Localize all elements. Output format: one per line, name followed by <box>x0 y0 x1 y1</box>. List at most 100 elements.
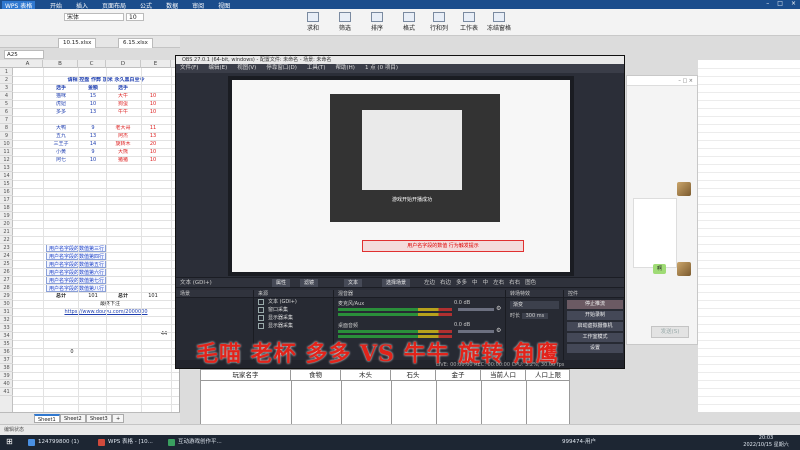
quick-tab[interactable]: 右右 <box>509 278 520 289</box>
source-item[interactable]: 窗口采集 <box>254 306 333 314</box>
table-cell[interactable]: 猪猪 <box>108 156 138 164</box>
maximize-icon[interactable]: □ <box>777 0 783 7</box>
quick-tab[interactable]: 左右 <box>493 278 504 289</box>
sheet-tab-1[interactable]: Sheet1 <box>34 414 60 423</box>
properties-button[interactable]: 属性 <box>272 279 291 287</box>
row-header[interactable]: 12 <box>0 156 13 164</box>
subheader-player-right[interactable]: 选手 <box>108 84 138 92</box>
table-cell[interactable]: 多多 <box>46 108 76 116</box>
table-cell[interactable]: 阿杰 <box>108 132 138 140</box>
table-cell[interactable]: 老大哥 <box>108 124 138 132</box>
table-cell[interactable]: 10 <box>80 156 106 164</box>
column-header[interactable]: D <box>106 60 141 68</box>
table-cell[interactable]: 大鸭 <box>46 124 76 132</box>
gear-icon[interactable]: ⚙ <box>496 305 501 312</box>
row-header[interactable]: 11 <box>0 148 13 156</box>
link-cell[interactable]: 用户名字段的数值第三行 <box>46 244 106 252</box>
row-header[interactable]: 24 <box>0 252 13 260</box>
row-header[interactable]: 32 <box>0 316 13 324</box>
row-header[interactable]: 40 <box>0 380 13 388</box>
font-size-select[interactable]: 10 <box>126 13 144 21</box>
source-item[interactable]: 显示器采集 <box>254 322 333 330</box>
stop-streaming-button[interactable]: 停止推流 <box>567 300 623 309</box>
sort-button[interactable]: 排序 <box>364 12 390 32</box>
row-header[interactable]: 19 <box>0 212 13 220</box>
table-cell[interactable]: 虎妞 <box>46 100 76 108</box>
start-recording-button[interactable]: 开始录制 <box>567 311 623 320</box>
table-cell[interactable]: 旋转木 <box>108 140 138 148</box>
row-header[interactable]: 39 <box>0 372 13 380</box>
link-cell[interactable]: 用户名字段的数值第四行 <box>46 252 106 260</box>
table-cell[interactable]: 大牛 <box>108 92 138 100</box>
obs-menu-file[interactable]: 文件(F) <box>180 64 198 73</box>
file-tab-6-15[interactable]: 6.15.xlsx <box>118 38 153 48</box>
row-header[interactable]: 37 <box>0 356 13 364</box>
obs-preview-canvas[interactable]: 游戏开始开播成功 用户名字段的数值 行为触发提示 <box>228 76 574 276</box>
obs-menu-edit[interactable]: 编辑(E) <box>208 64 227 73</box>
sheet-tab-2[interactable]: Sheet2 <box>60 414 86 423</box>
tray-text[interactable]: 999474-用户 <box>560 437 596 448</box>
row-header[interactable]: 34 <box>0 332 13 340</box>
file-tab-10-15[interactable]: 10.15.xlsx <box>58 38 97 48</box>
column-header[interactable]: E <box>141 60 171 68</box>
row-header[interactable]: 14 <box>0 172 13 180</box>
total-value-right[interactable]: 101 <box>140 292 166 300</box>
add-sheet-icon[interactable]: + <box>112 414 125 423</box>
row-header[interactable]: 16 <box>0 188 13 196</box>
table-cell[interactable]: 10 <box>140 108 166 116</box>
quick-tab[interactable]: 左边 <box>424 278 435 289</box>
settings-button[interactable]: 设置 <box>567 344 623 353</box>
subheader-player[interactable]: 选手 <box>46 84 76 92</box>
row-header[interactable]: 27 <box>0 276 13 284</box>
name-box[interactable]: A25 <box>4 50 44 59</box>
worksheet-button[interactable]: 工作表 <box>456 12 482 32</box>
row-header[interactable]: 30 <box>0 300 13 308</box>
row-header[interactable]: 35 <box>0 340 13 348</box>
close-icon[interactable]: × <box>689 78 693 84</box>
obs-title-bar[interactable]: OBS 27.0.1 (64-bit, windows) - 配置文件: 未命名… <box>176 56 624 64</box>
row-header[interactable]: 33 <box>0 324 13 332</box>
row-header[interactable]: 6 <box>0 108 13 116</box>
table-cell[interactable]: 大熊 <box>108 148 138 156</box>
chat-bubble[interactable]: 啊 <box>653 264 667 274</box>
column-header[interactable]: A <box>13 60 43 68</box>
start-icon[interactable]: ⊞ <box>6 437 13 446</box>
rows-columns-button[interactable]: 行和列 <box>426 12 452 32</box>
system-clock[interactable]: 20:03 2022/10/15 星期六 <box>736 435 796 449</box>
sum-button[interactable]: 求和 <box>300 12 326 32</box>
image-message[interactable] <box>633 198 677 268</box>
table-cell[interactable]: 9 <box>80 148 106 156</box>
row-header[interactable]: 31 <box>0 308 13 316</box>
format-button[interactable]: 格式 <box>396 12 422 32</box>
row-header[interactable]: 29 <box>0 292 13 300</box>
taskbar-item[interactable]: WPS 表格 - [10... <box>96 437 153 448</box>
row-header[interactable]: 10 <box>0 140 13 148</box>
row-header[interactable]: 23 <box>0 244 13 252</box>
table-cell[interactable]: 阿七 <box>46 156 76 164</box>
virtual-camera-button[interactable]: 启动虚拟摄像机 <box>567 322 623 331</box>
minimize-icon[interactable]: – <box>678 78 681 84</box>
duration-input[interactable]: 300 ms <box>521 313 549 319</box>
obs-menu-view[interactable]: 视图(V) <box>237 64 256 73</box>
desktop-volume-slider[interactable] <box>458 330 494 333</box>
obs-menu-docks[interactable]: 停靠窗口(D) <box>266 64 297 73</box>
table-cell[interactable] <box>140 116 166 124</box>
table-cell[interactable]: 10 <box>140 156 166 164</box>
row-header[interactable]: 15 <box>0 180 13 188</box>
obs-menu-tools[interactable]: 工具(T) <box>307 64 326 73</box>
table-cell[interactable]: 15 <box>80 92 106 100</box>
table-cell[interactable]: 10 <box>140 148 166 156</box>
note-label[interactable]: 最终下注 <box>80 300 140 308</box>
column-header[interactable]: C <box>78 60 106 68</box>
maximize-icon[interactable]: □ <box>682 78 687 84</box>
close-icon[interactable]: × <box>791 0 796 7</box>
table-cell[interactable]: 13 <box>80 108 106 116</box>
subheader-amount[interactable]: 金额 <box>80 84 106 92</box>
table-cell[interactable]: 11 <box>140 124 166 132</box>
row-header[interactable]: 20 <box>0 220 13 228</box>
table-cell[interactable]: 10 <box>80 100 106 108</box>
quick-tab[interactable]: 图色 <box>525 278 536 289</box>
row-header[interactable]: 7 <box>0 116 13 124</box>
table-cell[interactable] <box>46 116 76 124</box>
quick-tab[interactable]: 中 <box>472 278 478 289</box>
